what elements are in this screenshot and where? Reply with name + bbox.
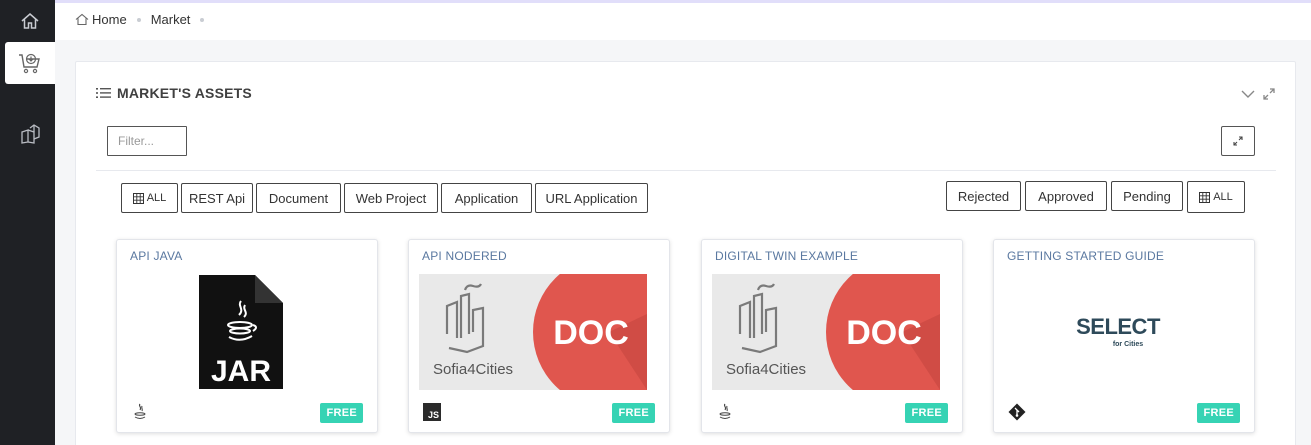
asset-card[interactable]: API JAVA JAR FREE bbox=[116, 239, 378, 433]
type-filter-rest-api[interactable]: REST Api bbox=[181, 183, 253, 213]
grid-icon bbox=[132, 192, 144, 204]
breadcrumb-home-label: Home bbox=[92, 12, 127, 27]
asset-card-title[interactable]: API JAVA bbox=[130, 249, 183, 263]
list-icon bbox=[96, 88, 111, 98]
state-filter-all-label: ALL bbox=[1213, 191, 1233, 203]
breadcrumb-separator bbox=[200, 17, 205, 22]
portlet-tools bbox=[1241, 88, 1275, 100]
js-icon: JS bbox=[423, 403, 441, 421]
fullscreen-button[interactable] bbox=[1221, 126, 1255, 156]
git-icon bbox=[1008, 403, 1026, 421]
asset-card[interactable]: GETTING STARTED GUIDE SELECT for Cities … bbox=[993, 239, 1255, 433]
top-bar: Home Market bbox=[55, 0, 1311, 40]
doc-label: DOC bbox=[846, 314, 922, 352]
jar-file-image: JAR bbox=[127, 274, 355, 390]
doc-label: DOC bbox=[553, 314, 629, 352]
expand-icon bbox=[1233, 136, 1243, 146]
type-filter-all[interactable]: ALL bbox=[121, 183, 178, 213]
breadcrumb-separator bbox=[136, 17, 141, 22]
state-filter-all[interactable]: ALL bbox=[1187, 181, 1245, 213]
breadcrumb-market[interactable]: Market bbox=[151, 12, 191, 27]
boxes-icon bbox=[21, 124, 40, 144]
asset-card-title[interactable]: DIGITAL TWIN EXAMPLE bbox=[715, 249, 858, 263]
sidebar-item-home[interactable] bbox=[5, 0, 55, 42]
price-badge: FREE bbox=[612, 403, 655, 423]
type-filter-document[interactable]: Document bbox=[256, 183, 341, 213]
state-filter-approved[interactable]: Approved bbox=[1025, 181, 1107, 211]
breadcrumb-home[interactable]: Home bbox=[75, 12, 127, 27]
sidebar-item-market[interactable] bbox=[5, 42, 55, 84]
sofia-doc-image: DOC Sofia4Cities bbox=[712, 274, 940, 390]
state-filter-pending[interactable]: Pending bbox=[1111, 181, 1183, 211]
select-logo-text: SELECT bbox=[1076, 314, 1161, 339]
java-icon bbox=[131, 403, 149, 421]
chevron-down-icon[interactable] bbox=[1241, 89, 1255, 99]
asset-card[interactable]: DIGITAL TWIN EXAMPLE DOC Sofia4Cities FR… bbox=[701, 239, 963, 433]
js-icon-text: JS bbox=[423, 403, 441, 421]
portlet-title: MARKET'S ASSETS bbox=[96, 85, 252, 101]
market-cart-icon bbox=[19, 53, 40, 74]
filter-input[interactable] bbox=[107, 126, 187, 156]
asset-card-title[interactable]: API NODERED bbox=[422, 249, 507, 263]
java-icon bbox=[716, 403, 734, 421]
home-icon bbox=[21, 13, 39, 29]
sofia-doc-image: DOC Sofia4Cities bbox=[419, 274, 647, 390]
sidebar bbox=[0, 0, 55, 445]
price-badge: FREE bbox=[320, 403, 363, 423]
expand-icon[interactable] bbox=[1263, 88, 1275, 100]
grid-icon bbox=[1199, 191, 1211, 203]
sidebar-item-assets[interactable] bbox=[5, 113, 55, 155]
state-filter-rejected[interactable]: Rejected bbox=[946, 181, 1021, 211]
market-assets-portlet: MARKET'S ASSETS ALL REST Api Document We… bbox=[75, 61, 1296, 445]
type-filter-all-label: ALL bbox=[146, 192, 167, 204]
breadcrumb: Home Market bbox=[75, 12, 214, 27]
type-filter-url-application[interactable]: URL Application bbox=[535, 183, 648, 213]
asset-card[interactable]: API NODERED DOC Sofia4Cities JS FREE bbox=[408, 239, 670, 433]
asset-card-title[interactable]: GETTING STARTED GUIDE bbox=[1007, 249, 1164, 263]
price-badge: FREE bbox=[905, 403, 948, 423]
sofia-caption: Sofia4Cities bbox=[726, 361, 806, 378]
home-small-icon bbox=[75, 13, 89, 26]
type-filter-application[interactable]: Application bbox=[441, 183, 532, 213]
svg-text:JAR: JAR bbox=[211, 355, 271, 388]
sofia-caption: Sofia4Cities bbox=[433, 361, 513, 378]
type-filter-web-project[interactable]: Web Project bbox=[344, 183, 438, 213]
select-logo-sub: for Cities bbox=[1113, 341, 1143, 348]
divider bbox=[96, 170, 1276, 171]
portlet-title-text: MARKET'S ASSETS bbox=[117, 85, 252, 101]
price-badge: FREE bbox=[1197, 403, 1240, 423]
select-logo-image: SELECT for Cities bbox=[1004, 274, 1232, 390]
